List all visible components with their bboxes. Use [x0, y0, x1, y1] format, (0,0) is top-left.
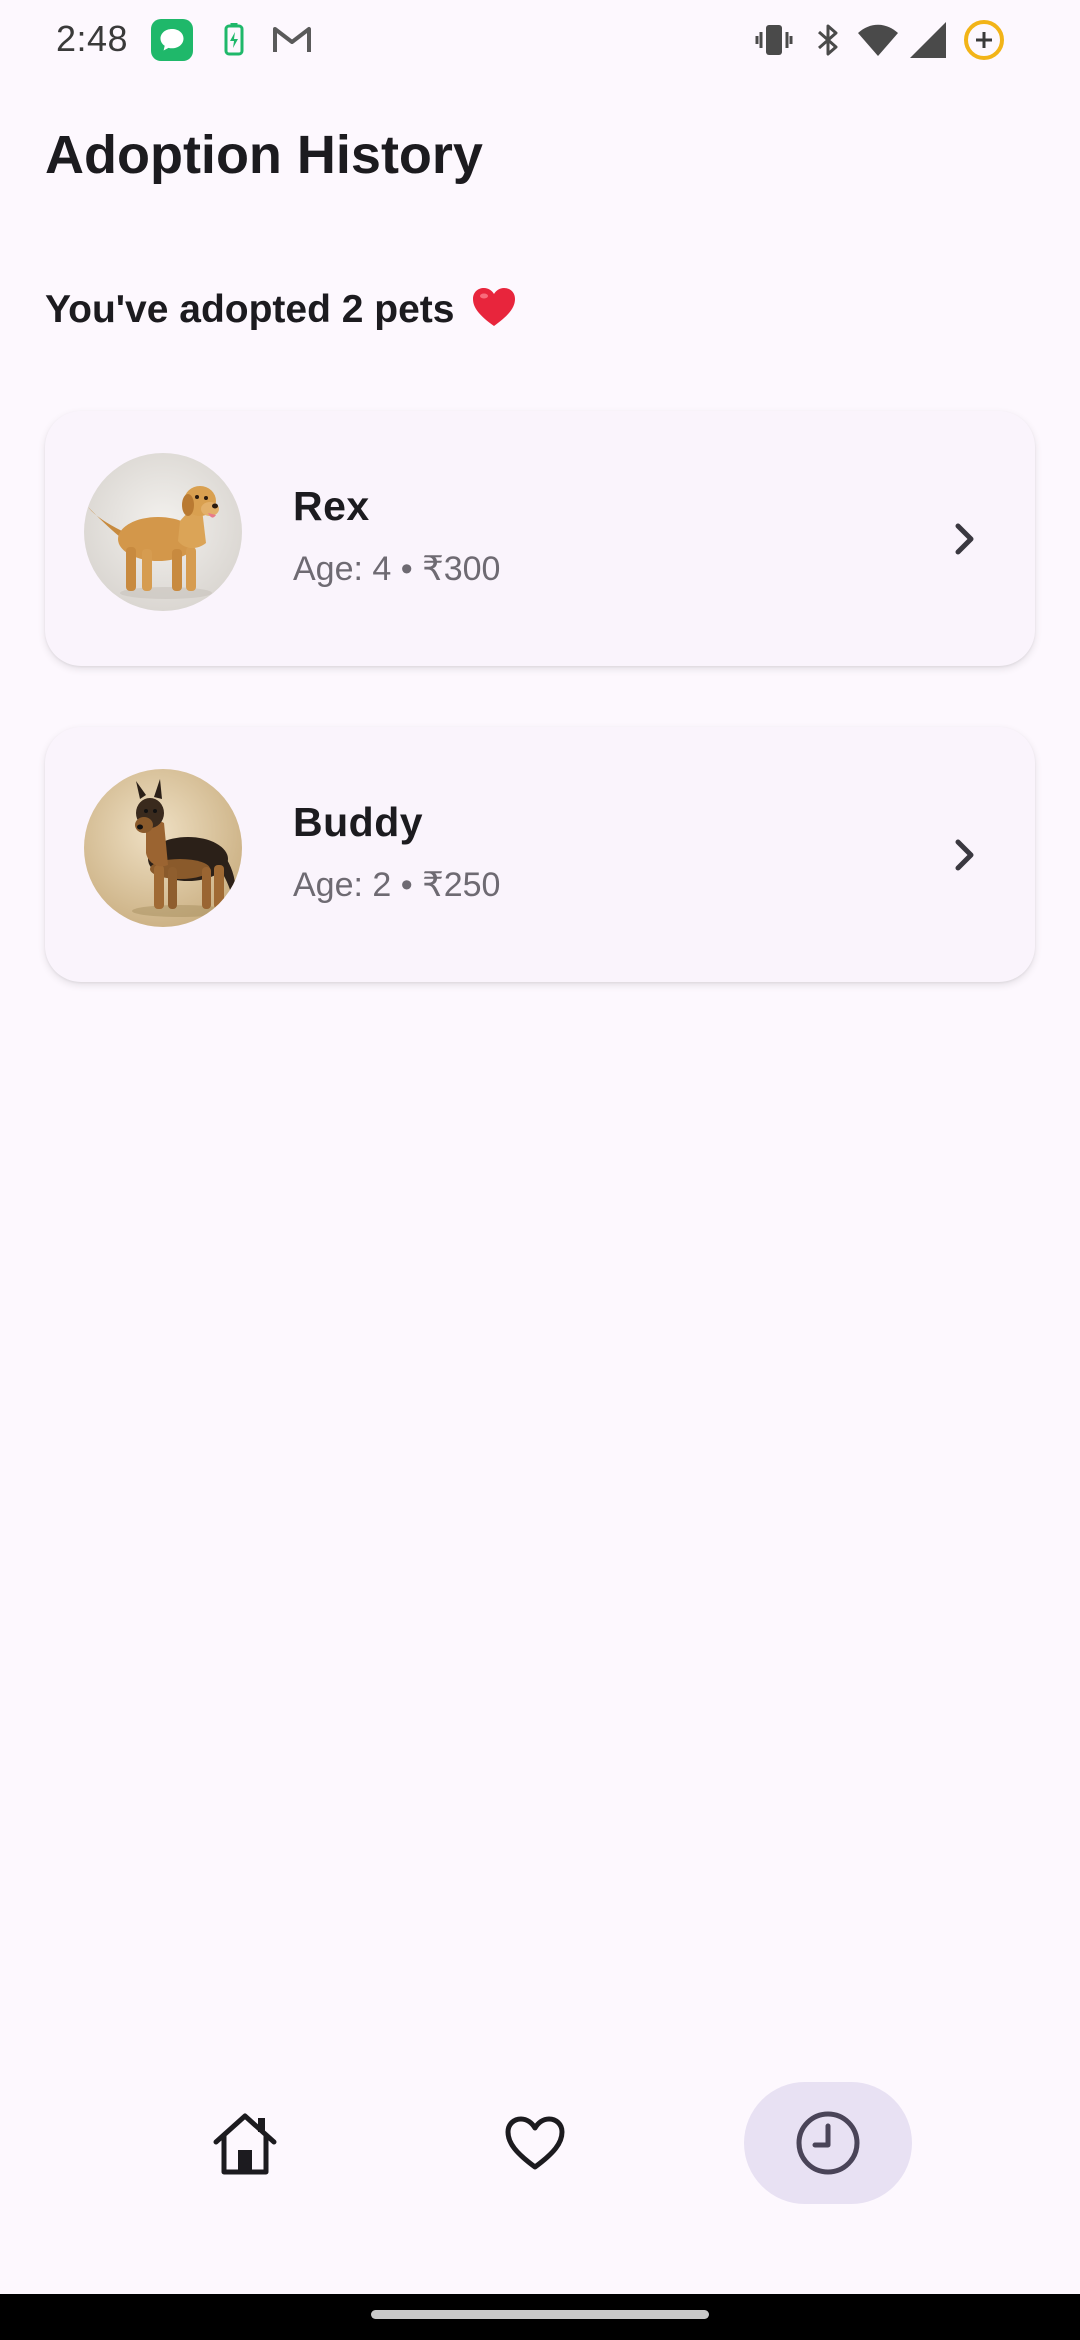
- home-icon: [213, 2113, 277, 2175]
- chevron-right-icon: [955, 839, 974, 871]
- gmail-icon: [273, 27, 311, 52]
- bluetooth-icon: [818, 24, 838, 56]
- heart-icon: [505, 2116, 565, 2170]
- battery-saver-icon: [224, 23, 244, 56]
- german-shepherd-photo: [84, 769, 242, 927]
- pet-avatar-rex: [84, 453, 242, 611]
- pet-age-price: Age: 4 • ₹300: [293, 550, 501, 588]
- pet-card-rex[interactable]: Rex Age: 4 • ₹300: [45, 411, 1035, 666]
- page-title: Adoption History: [45, 125, 483, 185]
- golden-retriever-photo: [84, 453, 242, 611]
- summary-text: You've adopted 2 pets: [45, 288, 455, 331]
- nav-home-button[interactable]: [161, 2082, 329, 2204]
- messages-icon: [151, 19, 193, 61]
- pet-card-buddy[interactable]: Buddy Age: 2 • ₹250: [45, 727, 1035, 982]
- status-time: 2:48: [56, 18, 129, 59]
- pet-age-price: Age: 2 • ₹250: [293, 866, 501, 904]
- nav-history-button[interactable]: [744, 2082, 912, 2204]
- home-indicator[interactable]: [371, 2310, 709, 2319]
- pet-avatar-buddy: [84, 769, 242, 927]
- bottom-navigation: [0, 2060, 1080, 2290]
- status-bar: 2:48: [0, 0, 1080, 80]
- system-navigation-bar: [0, 2294, 1080, 2340]
- pet-name: Rex: [293, 483, 370, 529]
- nav-favorites-button[interactable]: [451, 2082, 619, 2204]
- vibrate-icon: [755, 25, 793, 55]
- pet-name: Buddy: [293, 799, 424, 845]
- signal-icon: [910, 22, 946, 58]
- heart-emoji-icon: [471, 286, 517, 338]
- wifi-icon: [858, 24, 898, 56]
- battery-add-icon: [964, 20, 1004, 60]
- adoption-summary: You've adopted 2 pets: [45, 286, 517, 338]
- history-clock-icon: [796, 2111, 860, 2175]
- chevron-right-icon: [955, 523, 974, 555]
